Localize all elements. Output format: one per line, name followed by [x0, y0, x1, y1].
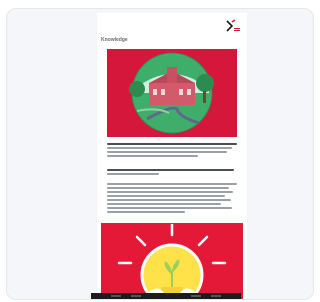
document-preview-card[interactable]: Knowledge [6, 8, 314, 300]
body-paragraph-2 [107, 169, 237, 177]
lightbulb-illustration [101, 223, 243, 299]
toolbar-control[interactable] [131, 295, 141, 297]
document-page: Knowledge [97, 13, 247, 299]
viewer-toolbar [91, 293, 241, 299]
body-paragraph-3 [107, 183, 237, 215]
promo-banner [101, 223, 243, 299]
brand-logo-icon [226, 19, 240, 32]
hero-image [107, 49, 237, 137]
toolbar-control[interactable] [211, 295, 221, 297]
body-paragraph-1 [107, 143, 237, 159]
campus-illustration [107, 49, 237, 137]
toolbar-control[interactable] [111, 295, 121, 297]
page-title: Knowledge [101, 37, 128, 43]
toolbar-control[interactable] [191, 295, 201, 297]
